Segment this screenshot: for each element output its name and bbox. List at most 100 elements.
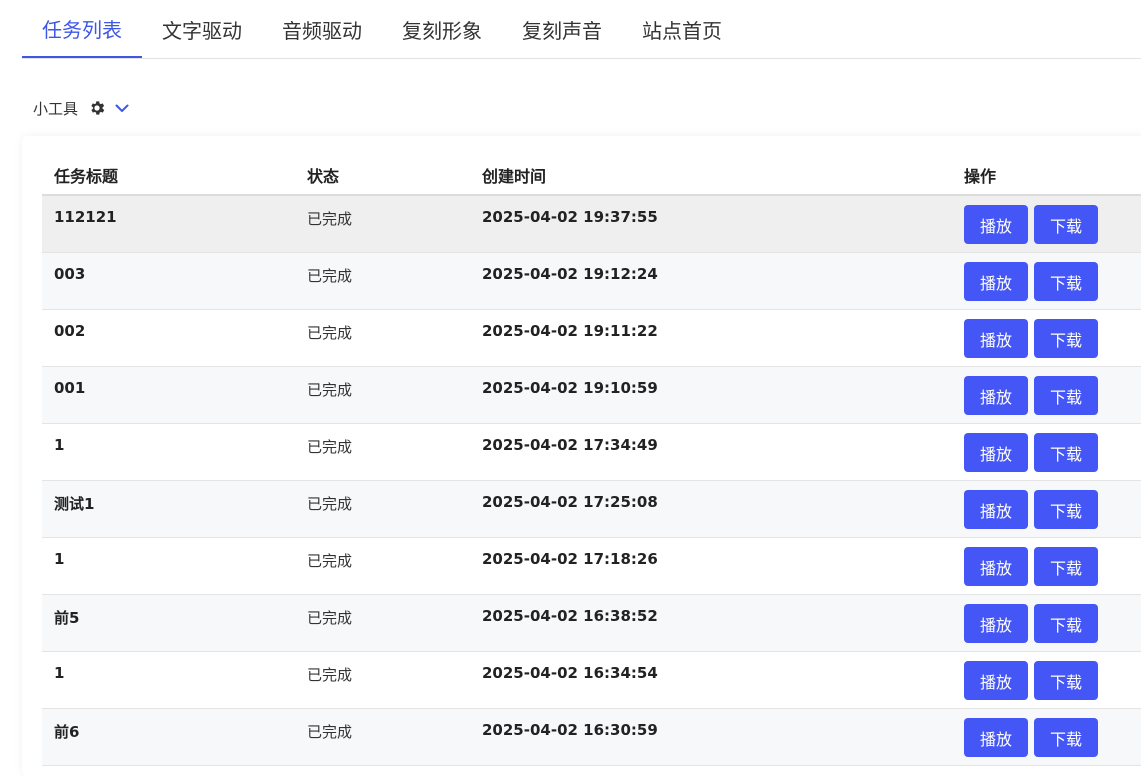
task-created-time: 2025-04-02 19:10:59: [482, 379, 658, 397]
task-title: 1: [54, 436, 65, 454]
table-row: 001 已完成 2025-04-02 19:10:59 播放 下载: [42, 366, 1141, 424]
task-created-time-cell: 2025-04-02 19:37:55: [470, 195, 952, 253]
task-status-cell: 已完成: [295, 480, 470, 538]
task-status-cell: 已完成: [295, 651, 470, 709]
task-status: 已完成: [307, 324, 353, 342]
download-button[interactable]: 下载: [1034, 433, 1098, 472]
task-created-time: 2025-04-02 19:11:22: [482, 322, 658, 340]
play-button[interactable]: 播放: [964, 490, 1028, 529]
task-created-time: 2025-04-02 17:25:08: [482, 493, 658, 511]
play-button[interactable]: 播放: [964, 205, 1028, 244]
table-row: 002 已完成 2025-04-02 19:11:22 播放 下载: [42, 309, 1141, 367]
task-table-card: 任务标题 状态 创建时间 操作 112121 已完成 2025-04-02 19:3…: [22, 136, 1141, 776]
task-title: 前5: [54, 609, 80, 627]
tab-clone-avatar[interactable]: 复刻形象: [382, 0, 502, 58]
task-created-time-cell: 2025-04-02 17:25:08: [470, 480, 952, 538]
task-title-cell: 001: [42, 366, 295, 424]
task-title-cell: 1: [42, 651, 295, 709]
chevron-down-icon[interactable]: [114, 100, 130, 116]
play-button[interactable]: 播放: [964, 376, 1028, 415]
task-status-cell: 已完成: [295, 252, 470, 310]
task-actions: 播放 下载: [964, 709, 1141, 757]
task-title: 1: [54, 664, 65, 682]
task-created-time: 2025-04-02 16:34:54: [482, 664, 658, 682]
task-title: 1: [54, 550, 65, 568]
task-status: 已完成: [307, 609, 353, 627]
download-button[interactable]: 下载: [1034, 262, 1098, 301]
task-actions-cell: 播放 下载: [952, 366, 1141, 424]
task-status-cell: 已完成: [295, 708, 470, 766]
task-actions: 播放 下载: [964, 538, 1141, 586]
download-button[interactable]: 下载: [1034, 547, 1098, 586]
task-actions-cell: 播放 下载: [952, 480, 1141, 538]
table-row: 003 已完成 2025-04-02 19:12:24 播放 下载: [42, 252, 1141, 310]
play-button[interactable]: 播放: [964, 433, 1028, 472]
task-title: 测试1: [54, 495, 95, 513]
task-actions: 播放 下载: [964, 253, 1141, 301]
task-created-time-cell: 2025-04-02 16:30:59: [470, 708, 952, 766]
header-actions: 操作: [952, 156, 1141, 196]
task-created-time-cell: 2025-04-02 16:38:52: [470, 594, 952, 652]
table-row: 测试1 已完成 2025-04-02 17:25:08 播放 下载: [42, 480, 1141, 538]
tools-label: 小工具: [33, 99, 79, 118]
task-status: 已完成: [307, 552, 353, 570]
task-title-cell: 003: [42, 252, 295, 310]
tab-site-home[interactable]: 站点首页: [622, 0, 742, 58]
task-created-time-cell: 2025-04-02 16:34:54: [470, 651, 952, 709]
task-status-cell: 已完成: [295, 594, 470, 652]
gear-icon[interactable]: [88, 99, 106, 117]
task-created-time: 2025-04-02 17:34:49: [482, 436, 658, 454]
download-button[interactable]: 下载: [1034, 376, 1098, 415]
play-button[interactable]: 播放: [964, 547, 1028, 586]
task-table: 任务标题 状态 创建时间 操作 112121 已完成 2025-04-02 19:3…: [42, 156, 1141, 766]
task-title: 003: [54, 265, 86, 283]
task-actions: 播放 下载: [964, 196, 1141, 244]
task-created-time-cell: 2025-04-02 19:11:22: [470, 309, 952, 367]
task-status: 已完成: [307, 210, 353, 228]
task-status-cell: 已完成: [295, 195, 470, 253]
download-button[interactable]: 下载: [1034, 490, 1098, 529]
tab-bar: 任务列表 文字驱动 音频驱动 复刻形象 复刻声音 站点首页: [22, 0, 1141, 59]
download-button[interactable]: 下载: [1034, 661, 1098, 700]
task-actions-cell: 播放 下载: [952, 537, 1141, 595]
task-actions: 播放 下载: [964, 652, 1141, 700]
task-status-cell: 已完成: [295, 309, 470, 367]
download-button[interactable]: 下载: [1034, 319, 1098, 358]
task-title-cell: 002: [42, 309, 295, 367]
table-row: 1 已完成 2025-04-02 16:34:54 播放 下载: [42, 651, 1141, 709]
header-title: 任务标题: [42, 156, 295, 196]
task-title: 001: [54, 379, 86, 397]
play-button[interactable]: 播放: [964, 262, 1028, 301]
play-button[interactable]: 播放: [964, 661, 1028, 700]
task-status: 已完成: [307, 438, 353, 456]
table-row: 112121 已完成 2025-04-02 19:37:55 播放 下载: [42, 195, 1141, 253]
task-actions-cell: 播放 下载: [952, 252, 1141, 310]
task-actions-cell: 播放 下载: [952, 309, 1141, 367]
task-actions: 播放 下载: [964, 367, 1141, 415]
task-created-time: 2025-04-02 19:12:24: [482, 265, 658, 283]
play-button[interactable]: 播放: [964, 718, 1028, 757]
task-status: 已完成: [307, 381, 353, 399]
task-created-time: 2025-04-02 16:38:52: [482, 607, 658, 625]
task-created-time-cell: 2025-04-02 17:18:26: [470, 537, 952, 595]
download-button[interactable]: 下载: [1034, 604, 1098, 643]
task-created-time-cell: 2025-04-02 19:12:24: [470, 252, 952, 310]
table-row: 前6 已完成 2025-04-02 16:30:59 播放 下载: [42, 708, 1141, 766]
play-button[interactable]: 播放: [964, 604, 1028, 643]
play-button[interactable]: 播放: [964, 319, 1028, 358]
task-status-cell: 已完成: [295, 423, 470, 481]
task-actions-cell: 播放 下载: [952, 423, 1141, 481]
task-created-time-cell: 2025-04-02 19:10:59: [470, 366, 952, 424]
task-title: 112121: [54, 208, 117, 226]
download-button[interactable]: 下载: [1034, 718, 1098, 757]
tab-task-list[interactable]: 任务列表: [22, 0, 142, 58]
task-status: 已完成: [307, 723, 353, 741]
tab-text-drive[interactable]: 文字驱动: [142, 0, 262, 58]
download-button[interactable]: 下载: [1034, 205, 1098, 244]
task-actions-cell: 播放 下载: [952, 195, 1141, 253]
header-status: 状态: [295, 156, 470, 196]
header-created: 创建时间: [470, 156, 952, 196]
task-title: 前6: [54, 723, 80, 741]
tab-audio-drive[interactable]: 音频驱动: [262, 0, 382, 58]
tab-clone-voice[interactable]: 复刻声音: [502, 0, 622, 58]
